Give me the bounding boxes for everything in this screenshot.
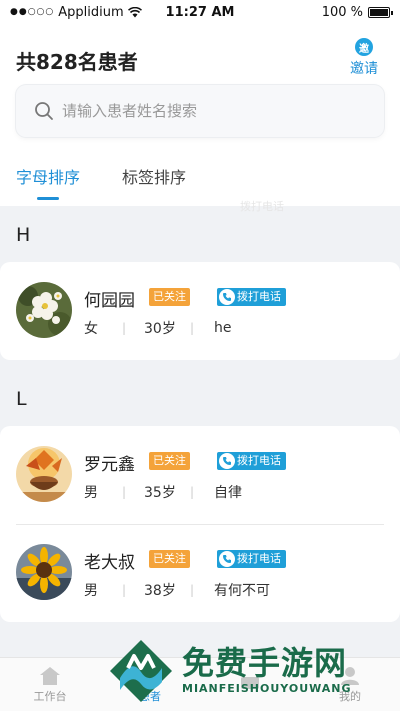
call-label: 拨打电话	[237, 454, 281, 467]
page-title: 共828名患者	[16, 50, 138, 74]
tabbar-workbench[interactable]: 工作台	[0, 658, 100, 711]
wifi-icon	[127, 6, 142, 17]
tab-alphabetical[interactable]: 字母排序	[16, 164, 80, 200]
followed-badge: 已关注	[149, 288, 190, 306]
invite-button[interactable]: 邀 邀请	[344, 38, 384, 78]
tabbar-mine[interactable]: 我的	[300, 658, 400, 711]
tab-by-tag[interactable]: 标签排序	[122, 164, 186, 200]
profile-icon	[341, 666, 359, 685]
message-icon	[241, 676, 259, 689]
patient-gender: 女	[84, 321, 98, 337]
home-icon	[40, 666, 60, 685]
tabbar-label: 患者	[139, 689, 161, 703]
patient-gender: 男	[84, 485, 98, 501]
signal-icon: ●●○○○	[10, 7, 55, 17]
carrier-name: Applidium	[58, 4, 124, 20]
call-label: 拨打电话	[237, 290, 281, 303]
battery-percent: 100 %	[321, 4, 363, 20]
followed-badge: 已关注	[149, 550, 190, 568]
section-letter-l: L	[16, 388, 27, 410]
ghost-call-text: 拨打电话	[240, 200, 284, 213]
patient-name: 何园园	[84, 291, 135, 311]
call-label: 拨打电话	[237, 552, 281, 565]
autumn-cup-icon	[16, 446, 72, 502]
patient-age: 30岁	[144, 321, 176, 337]
search-input[interactable]	[62, 102, 362, 120]
phone-icon	[219, 453, 235, 469]
search-icon	[35, 102, 53, 120]
tabbar-label: 我的	[339, 689, 361, 703]
tabbar-third[interactable]	[200, 658, 300, 711]
battery-icon	[368, 6, 393, 18]
patient-card-l: 罗元鑫 已关注 拨打电话 男 | 35岁 | 自律 老大叔 已关注 拨打电话 男…	[0, 426, 400, 622]
patient-row[interactable]: 老大叔 已关注 拨打电话 男 | 38岁 | 有何不可	[0, 524, 400, 622]
patient-row[interactable]: 何园园 已关注 拨打电话 女 | 30岁 | he	[0, 262, 400, 360]
patient-tag: 有何不可	[214, 583, 270, 599]
patient-name: 老大叔	[84, 553, 135, 573]
patient-tag: he	[214, 320, 232, 336]
search-box[interactable]	[16, 85, 384, 137]
patient-age: 35岁	[144, 485, 176, 501]
patient-meta: 男 | 38岁 | 有何不可	[84, 580, 270, 600]
status-bar: ●●○○○ Applidium 11:27 AM 100 %	[0, 0, 400, 24]
meta-separator: |	[190, 321, 195, 335]
patient-name: 罗元鑫	[84, 455, 135, 475]
invite-icon: 邀	[355, 38, 373, 56]
patient-gender: 男	[84, 583, 98, 599]
meta-separator: |	[122, 485, 127, 499]
meta-separator: |	[190, 583, 195, 597]
call-button[interactable]: 拨打电话	[217, 452, 286, 470]
flower-white-icon	[16, 282, 72, 338]
bottom-tab-bar: 工作台 患者 我的	[0, 657, 400, 711]
meta-separator: |	[190, 485, 195, 499]
patient-meta: 男 | 35岁 | 自律	[84, 482, 242, 502]
patient-row[interactable]: 罗元鑫 已关注 拨打电话 男 | 35岁 | 自律	[0, 426, 400, 524]
patient-meta: 女 | 30岁 | he	[84, 318, 232, 338]
patient-tag: 自律	[214, 485, 242, 501]
call-button[interactable]: 拨打电话	[217, 288, 286, 306]
section-letter-h: H	[16, 224, 31, 246]
phone-icon	[219, 551, 235, 567]
meta-separator: |	[122, 321, 127, 335]
header: 共828名患者 邀 邀请 字母排序 标签排序 拨打电话	[0, 24, 400, 213]
call-button[interactable]: 拨打电话	[217, 550, 286, 568]
phone-icon	[219, 289, 235, 305]
patient-age: 38岁	[144, 583, 176, 599]
sunflower-icon	[16, 544, 72, 600]
patients-icon	[141, 666, 159, 685]
invite-label: 邀请	[350, 61, 378, 77]
tabbar-patients[interactable]: 患者	[100, 658, 200, 711]
sort-tabs: 字母排序 标签排序	[16, 164, 186, 200]
followed-badge: 已关注	[149, 452, 190, 470]
meta-separator: |	[122, 583, 127, 597]
tabbar-label: 工作台	[33, 689, 67, 703]
patient-card-h: 何园园 已关注 拨打电话 女 | 30岁 | he	[0, 262, 400, 360]
